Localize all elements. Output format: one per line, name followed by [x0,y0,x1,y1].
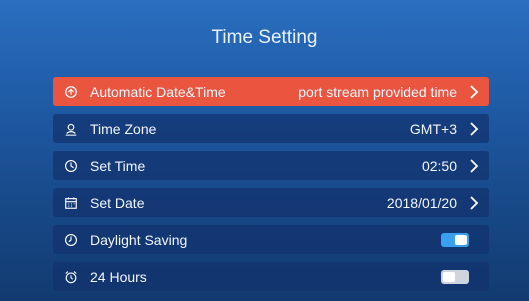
auto-time-icon [63,84,79,100]
page-title: Time Setting [211,27,318,48]
daylight-saving-label: Daylight Saving [90,231,188,248]
24-hours-row[interactable]: 24 Hours [53,262,489,291]
daylight-saving-row[interactable]: Daylight Saving [53,225,489,254]
calendar-icon [63,195,79,211]
set-time-label: Set Time [90,157,146,174]
set-time-row[interactable]: Set Time 02:50 [53,151,489,180]
24-hours-toggle[interactable] [441,269,469,284]
time-zone-label: Time Zone [90,120,157,137]
toggle-knob [443,271,455,282]
clock-icon [63,158,79,174]
chevron-right-icon [469,158,479,173]
set-time-value: 02:50 [421,157,457,174]
daylight-clock-icon [63,232,79,248]
chevron-right-icon [469,195,479,210]
automatic-date-time-row[interactable]: Automatic Date&Time port stream provided… [53,77,489,106]
time-zone-row[interactable]: Time Zone GMT+3 [53,114,489,143]
24-hours-label: 24 Hours [90,268,147,285]
globe-pin-icon [63,121,79,137]
time-zone-value: GMT+3 [409,120,457,137]
set-date-label: Set Date [90,194,145,211]
settings-menu: Automatic Date&Time port stream provided… [53,77,489,299]
set-date-value: 2018/01/20 [386,194,457,211]
automatic-date-time-label: Automatic Date&Time [90,83,226,100]
alarm-clock-icon [63,269,79,285]
automatic-date-time-value: port stream provided time [298,83,457,100]
chevron-right-icon [469,84,479,99]
chevron-right-icon [469,121,479,136]
set-date-row[interactable]: Set Date 2018/01/20 [53,188,489,217]
daylight-saving-toggle[interactable] [441,232,469,247]
toggle-knob [455,234,467,245]
